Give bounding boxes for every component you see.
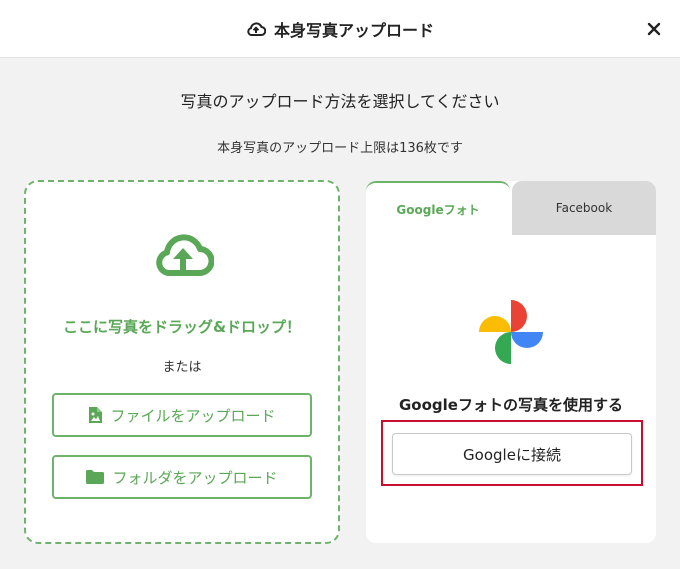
file-upload-button[interactable]: ファイルをアップロード <box>52 393 312 437</box>
folder-upload-label: フォルダをアップロード <box>112 468 278 487</box>
upload-limit-text: 本身写真のアップロード上限は136枚です <box>217 141 463 156</box>
tab-google-photos[interactable]: Googleフォト <box>366 181 510 235</box>
tab-facebook[interactable]: Facebook <box>512 181 656 235</box>
drop-zone[interactable]: ここに写真をドラッグ&ドロップ！ または ファイルをアップロード フォルダをアッ… <box>24 180 340 544</box>
drag-drop-text: ここに写真をドラッグ&ドロップ！ <box>62 318 302 336</box>
cloud-upload-icon <box>247 21 266 36</box>
source-panel: Googleフォト Facebook Googleフォトの写真を使用する Goo… <box>366 181 656 543</box>
dialog-title: 本身写真アップロード <box>246 17 434 41</box>
dialog-title-text: 本身写真アップロード <box>273 20 434 40</box>
upload-dialog: 本身写真アップロード 写真のアップロード方法を選択してください 本身写真のアップ… <box>0 0 680 569</box>
google-photos-heading: Googleフォトの写真を使用する <box>399 396 623 414</box>
instruction-text: 写真のアップロード方法を選択してください <box>180 92 500 111</box>
file-upload-label: ファイルをアップロード <box>110 406 276 425</box>
connect-google-button[interactable]: Googleに接続 <box>392 433 632 475</box>
dialog-header: 本身写真アップロード <box>0 0 680 58</box>
folder-upload-button[interactable]: フォルダをアップロード <box>52 455 312 499</box>
google-photos-logo <box>479 300 543 364</box>
or-text: または <box>162 360 202 375</box>
close-icon <box>647 22 661 36</box>
folder-icon <box>86 470 105 484</box>
cloud-upload-icon <box>156 234 214 276</box>
highlight-box: Googleに接続 <box>381 420 643 486</box>
image-file-icon <box>89 407 103 423</box>
close-button[interactable] <box>642 17 666 41</box>
